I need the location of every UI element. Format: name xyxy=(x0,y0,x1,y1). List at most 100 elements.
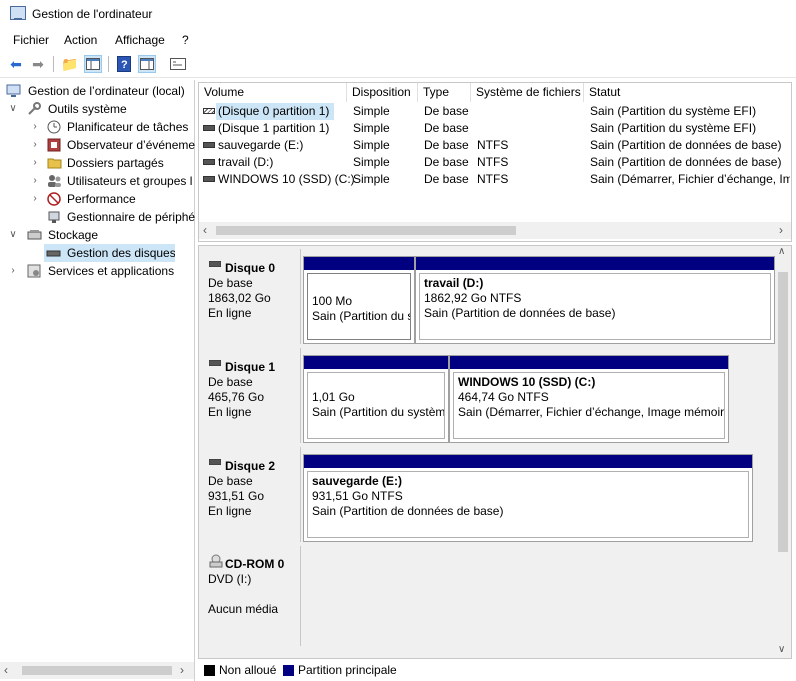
tree-hscroll-thumb[interactable] xyxy=(22,666,172,675)
chevron-down-icon[interactable]: ∨ xyxy=(8,226,18,244)
col-header-fs[interactable]: Système de fichiers xyxy=(471,83,584,102)
primary-partition-bar xyxy=(304,356,448,369)
disk-2-label[interactable]: Disque 2 De base 931,51 Go En ligne xyxy=(201,447,301,542)
tree-stockage[interactable]: ∨ Stockage xyxy=(8,226,195,244)
chevron-right-icon[interactable]: › xyxy=(30,136,40,154)
partition-disk0-efi[interactable]: 100 Mo Sain (Partition du s xyxy=(303,256,415,344)
up-folder-icon[interactable]: 📁 xyxy=(61,55,79,73)
cell-disposition: Simple xyxy=(353,172,390,186)
cell-fs: NTFS xyxy=(477,138,509,152)
back-arrow-icon[interactable]: ⬅ xyxy=(7,55,25,73)
svg-text:?: ? xyxy=(121,59,128,71)
col-header-type[interactable]: Type xyxy=(418,83,471,102)
primary-partition-bar xyxy=(450,356,728,369)
disk-type: DVD (I:) xyxy=(208,572,252,586)
partition-disk1-efi[interactable]: 1,01 Go Sain (Partition du systèm xyxy=(303,355,449,443)
chevron-right-icon[interactable]: › xyxy=(30,154,40,172)
scroll-up-icon[interactable]: ∧ xyxy=(778,246,785,257)
table-row[interactable]: travail (D:) Simple De base NTFS Sain (P… xyxy=(199,154,791,171)
tree-outils-systeme[interactable]: ∨ Outils système xyxy=(8,100,195,118)
partition-body: WINDOWS 10 (SSD) (C:) 464,74 Go NTFS Sai… xyxy=(453,372,725,439)
help-icon[interactable]: ? xyxy=(115,55,133,73)
scroll-down-icon[interactable]: ∨ xyxy=(778,644,785,655)
tree-services[interactable]: › Services et applications xyxy=(8,262,195,280)
tree-perf-label: Performance xyxy=(67,192,136,206)
tree-gestionnaire-peripheriques[interactable]: Gestionnaire de périphé xyxy=(30,208,195,226)
tree-gestion-disques[interactable]: Gestion des disques xyxy=(44,244,175,262)
cdrom-0-label[interactable]: CD-ROM 0 DVD (I:) Aucun média xyxy=(201,546,301,646)
chevron-right-icon[interactable]: › xyxy=(30,190,40,208)
volume-icon xyxy=(203,142,215,148)
forward-arrow-icon[interactable]: ➡ xyxy=(29,55,47,73)
disk-state: En ligne xyxy=(208,405,252,419)
volume-list: Volume Disposition Type Système de fichi… xyxy=(198,82,792,242)
disk-1-label[interactable]: Disque 1 De base 465,76 Go En ligne xyxy=(201,348,301,443)
console-icon[interactable] xyxy=(169,55,187,73)
tree-dossiers-label: Dossiers partagés xyxy=(67,156,164,170)
disk-name: CD-ROM 0 xyxy=(225,557,285,571)
chevron-right-icon[interactable]: › xyxy=(30,172,40,190)
tree-planificateur[interactable]: › Planificateur de tâches xyxy=(30,118,195,136)
partition-size: 464,74 Go NTFS xyxy=(458,390,549,404)
cell-statut: Sain (Partition de données de base) xyxy=(590,138,782,152)
menu-affichage[interactable]: Affichage xyxy=(115,33,165,47)
partition-body: travail (D:) 1862,92 Go NTFS Sain (Parti… xyxy=(419,273,771,340)
performance-icon xyxy=(47,192,61,206)
disk-0-label[interactable]: Disque 0 De base 1863,02 Go En ligne xyxy=(201,249,301,344)
table-row[interactable]: (Disque 1 partition 1) Simple De base Sa… xyxy=(199,120,791,137)
scroll-left-icon[interactable]: ‹ xyxy=(4,663,8,677)
tree-users-label: Utilisateurs et groupes l xyxy=(67,174,193,188)
chevron-right-icon[interactable]: › xyxy=(8,262,18,280)
computer-icon xyxy=(6,84,21,97)
disk-icon xyxy=(209,261,221,267)
scroll-right-icon[interactable]: › xyxy=(779,223,783,237)
disk-size: 931,51 Go xyxy=(208,489,265,503)
cell-fs: NTFS xyxy=(477,155,509,169)
clock-icon xyxy=(47,120,61,134)
tree-performance[interactable]: › Performance xyxy=(30,190,195,208)
menu-fichier[interactable]: Fichier xyxy=(13,33,49,47)
tree-utilisateurs[interactable]: › Utilisateurs et groupes l xyxy=(30,172,195,190)
chevron-right-icon[interactable]: › xyxy=(30,118,40,136)
table-row[interactable]: (Disque 0 partition 1) Simple De base Sa… xyxy=(199,103,791,120)
primary-swatch xyxy=(283,665,294,676)
volume-icon xyxy=(203,108,215,114)
col-header-volume[interactable]: Volume xyxy=(199,83,347,102)
disk-type: De base xyxy=(208,474,253,488)
tree-planif-label: Planificateur de tâches xyxy=(67,120,189,134)
scroll-right-icon[interactable]: › xyxy=(180,663,184,677)
table-row[interactable]: WINDOWS 10 (SSD) (C:) Simple De base NTF… xyxy=(199,171,791,188)
volume-icon xyxy=(203,125,215,131)
scroll-left-icon[interactable]: ‹ xyxy=(203,223,207,237)
table-row[interactable]: sauvegarde (E:) Simple De base NTFS Sain… xyxy=(199,137,791,154)
cell-volume: (Disque 1 partition 1) xyxy=(218,121,330,135)
tree-dossiers-partages[interactable]: › Dossiers partagés xyxy=(30,154,195,172)
tree-root[interactable]: Gestion de l’ordinateur (local) xyxy=(6,82,195,100)
volume-hscroll-thumb[interactable] xyxy=(216,226,516,235)
partition-size: 1,01 Go xyxy=(312,390,355,404)
disk-name: Disque 0 xyxy=(225,261,276,275)
disk-vscroll-thumb[interactable] xyxy=(778,272,788,552)
legend-primary: Partition principale xyxy=(298,663,397,677)
legend-unallocated: Non alloué xyxy=(219,663,277,677)
primary-partition-bar xyxy=(304,455,752,468)
col-header-statut[interactable]: Statut xyxy=(584,83,791,102)
tree-hscrollbar[interactable]: ‹ › xyxy=(0,662,194,679)
menu-help[interactable]: ? xyxy=(182,33,189,47)
menu-action[interactable]: Action xyxy=(64,33,97,47)
cell-volume: sauvegarde (E:) xyxy=(218,138,304,152)
col-header-disposition[interactable]: Disposition xyxy=(347,83,418,102)
tree-observateur[interactable]: › Observateur d’événeme xyxy=(30,136,195,154)
disk-size: 465,76 Go xyxy=(208,390,265,404)
tree-stockage-label: Stockage xyxy=(48,228,99,242)
cell-disposition: Simple xyxy=(353,155,390,169)
partition-windows[interactable]: WINDOWS 10 (SSD) (C:) 464,74 Go NTFS Sai… xyxy=(449,355,729,443)
properties-icon[interactable] xyxy=(138,55,156,73)
tree-outils-label: Outils système xyxy=(48,102,127,116)
chevron-down-icon[interactable]: ∨ xyxy=(8,100,18,118)
disk-vscrollbar[interactable]: ∧ ∨ xyxy=(775,246,791,658)
show-hide-tree-icon[interactable] xyxy=(84,55,102,73)
volume-hscrollbar[interactable]: ‹ › xyxy=(199,222,791,239)
partition-sauvegarde[interactable]: sauvegarde (E:) 931,51 Go NTFS Sain (Par… xyxy=(303,454,753,542)
partition-travail[interactable]: travail (D:) 1862,92 Go NTFS Sain (Parti… xyxy=(415,256,775,344)
